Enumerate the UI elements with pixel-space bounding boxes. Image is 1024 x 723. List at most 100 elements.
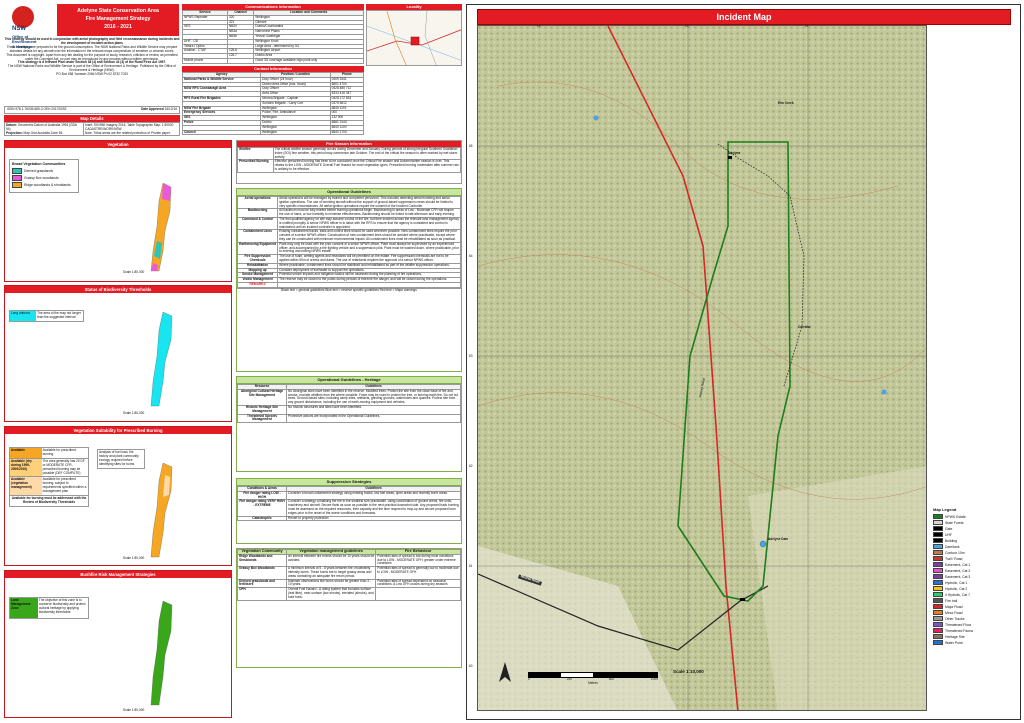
legend-label: Threatened Fauna: [945, 628, 973, 633]
operational-row: REMARKS: [236, 281, 461, 288]
heritage-text: No Aboriginal sites have been identified…: [286, 388, 461, 406]
operational-text: Aerial operations will be managed by tra…: [277, 195, 461, 210]
legend-label: Hydrolic, Cat 2: [945, 586, 968, 591]
legend-swatch: [933, 574, 943, 579]
legend-label: Fire trail: [945, 598, 958, 603]
map-details-body: Datum: Geocentric Datum of Australia 199…: [4, 122, 180, 136]
incident-map-frame: Incident Map Elm Creek Adelyne Grassy Ro…: [466, 4, 1021, 720]
legend-item: Hydrolic, Cat 1: [933, 580, 1015, 585]
biodiversity-map-shape: [150, 311, 173, 407]
vegetation-map-shape: [150, 182, 172, 272]
legend-swatch: [933, 604, 943, 609]
veg-mgmt-community: Grassy Box Woodlands: [236, 566, 288, 580]
legend-swatch: [933, 526, 943, 531]
operational-label: Fire Suppression Chemicals: [236, 254, 279, 264]
biodiversity-desc: The area of the map not longer than the …: [37, 311, 81, 319]
place-adelyne-dam: Adelyne Dam: [768, 537, 789, 541]
legend-item: Other Tracks: [933, 616, 1015, 621]
contacts-table: Agency Position / Location Phone National …: [181, 72, 365, 136]
scale-text: Scale 1:10,000: [673, 669, 704, 674]
locality-map-svg: [367, 11, 461, 65]
operational-row: Earthmoving Equipment Plant may only be u…: [236, 241, 461, 256]
operational-label: Command & Control: [236, 216, 279, 231]
fire-season-table: Wildfire The critical wildfire season gen…: [237, 146, 462, 173]
bushfire-risk-legend: Land Management Zone The objective of th…: [9, 597, 89, 619]
suppression-text: Consider a strategy containing the fire …: [286, 499, 461, 517]
operational-row: Containment Lines Existing containment tr…: [236, 229, 461, 243]
comms-table-wrap: Service Channel Location and Comments NPWS…: [182, 10, 364, 64]
datum-value: Geocentric Datum of Australia 1994 (GDA …: [6, 123, 77, 131]
comms-cell: Mobile phone: [182, 57, 228, 64]
veg-mgmt-row: Grassy Box Woodlands A minimum interval o…: [236, 566, 461, 580]
fire-season-panel: Fire Season Information Wildfire The crit…: [236, 140, 462, 184]
suitability-map-shape: [150, 462, 173, 558]
suit-desc-2: Available for prescribed burning, subjec…: [42, 477, 87, 494]
operational-text: The reserve may be closed to the public …: [277, 277, 461, 283]
legend-swatch: [933, 568, 943, 573]
fire-season-label-1: Prescribed Burning: [237, 159, 274, 173]
contacts-table-wrap: Agency Position / Location Phone National …: [181, 72, 365, 138]
heritage-table: Resource Guidelines Aboriginal Cultural H…: [236, 384, 461, 424]
veg-mgmt-row: Ridge Woodlands and Shrublands An interva…: [236, 553, 461, 568]
grid-left-0: 65: [469, 144, 473, 148]
veg-mgmt-behaviour: Potential rates of spread dependent on s…: [375, 578, 461, 589]
veg-label-2: Ridge woodlands & shrublands: [24, 183, 71, 187]
map-note: Note: Tribal areas are fire related prot…: [85, 130, 171, 135]
map-legend-title: Map Legend: [933, 507, 957, 512]
suitability-legend: Available Available for prescribed burni…: [9, 447, 89, 507]
grid-left-4: 61: [469, 564, 473, 568]
fire-season-text-0: The critical wildfire season generally o…: [272, 146, 462, 161]
heritage-label: Aboriginal Cultural Heritage Site Manage…: [236, 388, 288, 406]
grid-top-0: 12: [537, 24, 541, 28]
title-line-2: Fire Management Strategy: [85, 16, 151, 22]
intro-contact: PO Box 658 Yarrawin 2066 NSW Ph 02 8732 …: [56, 72, 128, 77]
legend-swatch: [933, 538, 943, 543]
vegetation-legend: Broad Vegetation Communities Derived gra…: [9, 159, 79, 193]
date-approved-value: 16/12/16: [164, 107, 177, 112]
nsw-logo-text: NSW: [12, 26, 26, 32]
suitability-scale: Scale 1:80,000: [123, 556, 145, 560]
legend-label: Minor Road: [945, 610, 963, 615]
legend-label: NPWS Estate: [945, 514, 966, 519]
legend-item: Dam/tank: [933, 544, 1015, 549]
bushfire-risk-panel: Bushfire Risk Management Strategies Land…: [4, 570, 232, 718]
scale-label-1: 250: [566, 677, 572, 681]
veg-mgmt-row: OFH Overall Fuel Hazard - A rating system…: [236, 587, 461, 601]
vegetation-panel: Vegetation Broad Vegetation Communities …: [4, 140, 232, 282]
legend-label: 4 Hydrolic, Cat 7: [945, 592, 971, 597]
heritage-row: Threatened Species Management Protective …: [236, 413, 461, 424]
legend-swatch: [933, 616, 943, 621]
veg-mgmt-guideline: Overall Fuel Hazard - A rating system th…: [286, 587, 377, 601]
legend-swatch: [933, 586, 943, 591]
veg-mgmt-behaviour: Potential rates of spread is low during …: [375, 553, 461, 568]
biodiversity-header: Status of Biodiversity Thresholds: [5, 286, 231, 293]
grid-left-5: 60: [469, 664, 473, 668]
place-elm-creek: Elm Creek: [778, 101, 794, 105]
legend-item: Threatened Flora: [933, 622, 1015, 627]
suit-desc-1: The area generally has 20 DF or MODERATE…: [42, 458, 85, 475]
suitability-analysis: Analysis of fuel load, fire history and …: [97, 449, 145, 469]
legend-swatch: [933, 550, 943, 555]
heritage-label: Threatened Species Management: [236, 413, 288, 424]
legend-label: Gate: [945, 526, 953, 531]
date-approved-label: Date Approved: [141, 107, 164, 112]
veg-swatch-2: [12, 182, 22, 188]
fire-season-text-1: Effective prescribed burning has been to…: [272, 159, 462, 173]
heritage-header: Operational Guidelines - Heritage: [237, 377, 461, 384]
legend-item: Hydrolic, Cat 2: [933, 586, 1015, 591]
operational-text: Existing containment tracks, trails and …: [277, 229, 461, 243]
legend-swatch: [933, 592, 943, 597]
legend-item: Easement, Cat 1: [933, 562, 1015, 567]
legend-item: NPWS Estate: [933, 514, 1015, 519]
contacts-cell: Council: [181, 129, 262, 136]
legend-swatch: [933, 640, 943, 645]
map-details-header: Map Details: [4, 115, 180, 122]
bushfire-risk-header: Bushfire Risk Management Strategies: [5, 571, 231, 578]
legend-label: Dam/tank: [945, 544, 960, 549]
operational-label: REMARKS: [236, 281, 279, 288]
operational-header: Operational Guidelines: [237, 189, 461, 196]
heritage-panel: Operational Guidelines - Heritage Resour…: [236, 376, 462, 472]
locality-map: [366, 10, 462, 66]
biodiversity-swatch: Long unburnt: [10, 311, 37, 321]
incident-map-canvas[interactable]: Elm Creek Adelyne Grassy Road Neurea Roa…: [477, 25, 927, 711]
